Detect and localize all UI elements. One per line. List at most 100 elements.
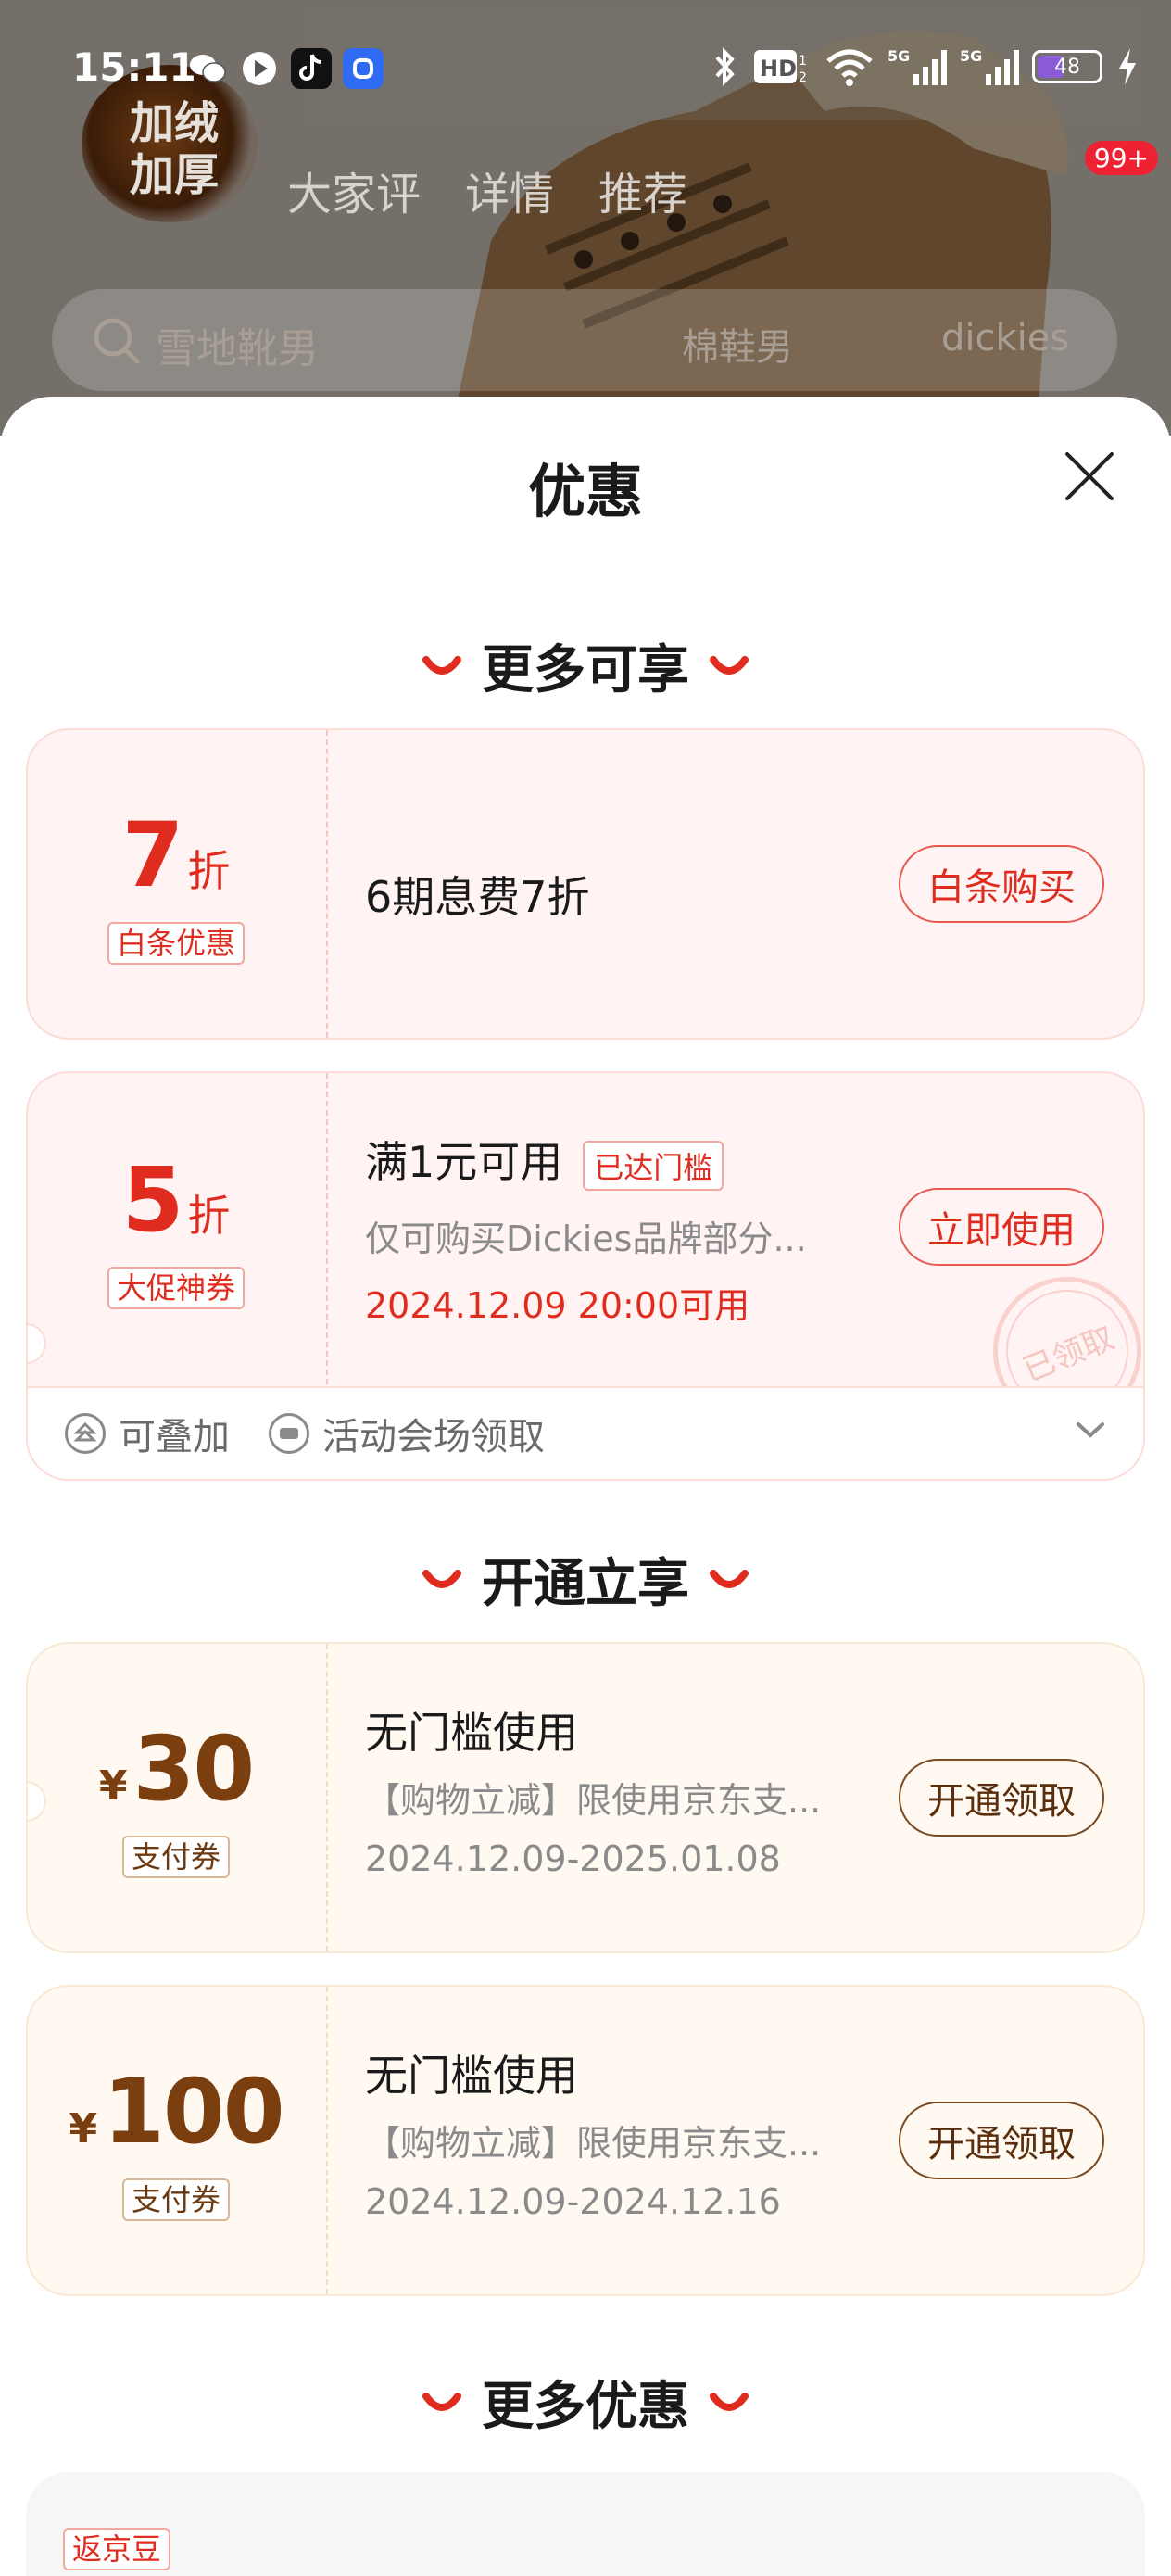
smile-decoration-icon (422, 2392, 461, 2411)
status-app-icons (187, 48, 384, 89)
coupon-valid-time: 2024.12.09-2024.12.16 (365, 2181, 781, 2222)
coupon-amount: 5 折 (122, 1148, 231, 1252)
signal-5g-icon: 5G (960, 47, 1019, 85)
coupon-info: 6期息费7折 (365, 730, 884, 1038)
svg-text:1: 1 (799, 54, 807, 69)
smile-decoration-icon (422, 1569, 461, 1588)
coupon-description: 【购物立减】限使用京东支... (365, 1780, 822, 1821)
search-placeholder: 雪地靴男 (156, 325, 319, 373)
coupon-amount: 7 折 (122, 803, 231, 907)
coupon-card-pay-100[interactable]: ¥ 100 支付券 无门槛使用 【购物立减】限使用京东支... 2024.12.… (26, 1985, 1145, 2296)
coupon-card-jingdou[interactable]: 返京豆 (26, 2472, 1145, 2576)
coupon-title: 无门槛使用 (365, 2051, 578, 2101)
coupon-type-tag: 支付券 (121, 2178, 230, 2221)
coupon-value-block: 7 折 白条优惠 (28, 730, 324, 1038)
baitiao-buy-button[interactable]: 白条购买 (899, 845, 1104, 923)
coupon-amount: ¥ 30 (98, 1717, 256, 1821)
section-title: 更多可享 (482, 640, 689, 701)
product-tabs: 大家评 详情 推荐 (287, 158, 687, 222)
section-header-open-enjoy: 开通立享 (0, 1542, 1171, 1617)
stackable-info: 可叠加 (65, 1407, 230, 1460)
hd-icon: HD 12 (754, 50, 807, 85)
coupon-title-row: 满1元可用 已达门槛 (365, 1129, 724, 1191)
coupon-title: 无门槛使用 (365, 1708, 578, 1758)
tab-recommend[interactable]: 推荐 (598, 158, 687, 222)
discount-sheet: 优惠 更多可享 7 折 白条优惠 6期息费7折 白条购买 5 折 大促神券 满1… (0, 397, 1171, 2576)
search-bar[interactable]: 雪地靴男 棉鞋男 dickies (52, 289, 1117, 391)
threshold-reached-badge: 已达门槛 (583, 1140, 724, 1191)
coupon-type-tag: 返京豆 (63, 2528, 171, 2570)
ticket-icon (269, 1413, 309, 1454)
tab-details[interactable]: 详情 (465, 158, 554, 222)
section-header-more-available: 更多可享 (0, 628, 1171, 703)
coupon-info: 无门槛使用 【购物立减】限使用京东支... 2024.12.09-2024.12… (365, 1987, 884, 2294)
coupon-divider (326, 1644, 328, 1951)
coupon-unit: 折 (187, 1191, 231, 1241)
source-label: 活动会场领取 (322, 1416, 545, 1458)
status-indicators: HD 1 2 5G 5G 48 (711, 46, 1140, 87)
wechat-icon (187, 48, 228, 89)
section-title: 更多优惠 (482, 2377, 689, 2437)
section-title: 开通立享 (482, 1554, 689, 1614)
coupon-title: 满1元可用 (365, 1137, 563, 1187)
svg-text:5G: 5G (960, 47, 982, 65)
tiktok-icon (291, 48, 332, 89)
coupon-info: 无门槛使用 【购物立减】限使用京东支... 2024.12.09-2025.01… (365, 1644, 884, 1951)
promo-badge-text: 加绒 加厚 (130, 97, 219, 201)
currency-symbol: ¥ (69, 2105, 98, 2153)
activate-claim-button[interactable]: 开通领取 (899, 1759, 1104, 1837)
hot-word[interactable]: 棉鞋男 (682, 317, 793, 371)
coupon-card-baitiao[interactable]: 7 折 白条优惠 6期息费7折 白条购买 (26, 728, 1145, 1040)
smile-decoration-icon (710, 2392, 749, 2411)
svg-text:5G: 5G (888, 47, 910, 65)
coupon-type-tag: 支付券 (121, 1836, 230, 1878)
status-time: 15:11 (72, 44, 196, 90)
charging-icon (1119, 48, 1136, 85)
tab-reviews[interactable]: 大家评 (287, 158, 421, 222)
coupon-info: 满1元可用 已达门槛 仅可购买Dickies品牌部分... 2024.12.09 … (365, 1073, 884, 1384)
smile-decoration-icon (422, 655, 461, 675)
coupon-amount: ¥ 100 (69, 2060, 284, 2164)
smile-decoration-icon (710, 1569, 749, 1588)
stack-icon (65, 1413, 106, 1454)
wifi-icon (826, 49, 873, 86)
coupon-card-pay-30[interactable]: ¥ 30 支付券 无门槛使用 【购物立减】限使用京东支... 2024.12.0… (26, 1642, 1145, 1953)
coupon-description: 仅可购买Dickies品牌部分... (365, 1219, 807, 1259)
hot-word[interactable]: dickies (941, 317, 1069, 360)
coupon-description: 【购物立减】限使用京东支... (365, 2123, 822, 2164)
coupon-value: 5 (121, 1148, 184, 1252)
close-icon[interactable] (1062, 448, 1117, 504)
coupon-valid-time: 2024.12.09-2025.01.08 (365, 1838, 781, 1879)
coupon-card-promo[interactable]: 5 折 大促神券 满1元可用 已达门槛 仅可购买Dickies品牌部分... 20… (26, 1071, 1145, 1481)
activate-claim-button[interactable]: 开通领取 (899, 2102, 1104, 2179)
stackable-label: 可叠加 (119, 1416, 230, 1458)
badge-line-2: 加厚 (130, 149, 220, 201)
bluetooth-icon (715, 47, 735, 86)
currency-symbol: ¥ (98, 1762, 128, 1810)
status-bar: 15:11 HD 1 2 5G 5G 48 (0, 37, 1171, 102)
source-info: 活动会场领取 (269, 1407, 545, 1460)
coupon-footer[interactable]: 可叠加 活动会场领取 (28, 1386, 1143, 1479)
coupon-value: 100 (103, 2060, 284, 2164)
search-icon (94, 318, 140, 364)
video-icon (239, 48, 280, 89)
battery-percent: 48 (1054, 55, 1080, 79)
smile-decoration-icon (710, 655, 749, 675)
use-now-button[interactable]: 立即使用 (899, 1188, 1104, 1266)
coupon-value-block: ¥ 30 支付券 (28, 1644, 324, 1951)
badge-line-1: 加绒 (130, 97, 220, 149)
battery-icon: 48 (1032, 50, 1102, 83)
chevron-down-icon[interactable] (1075, 1420, 1106, 1440)
sheet-title: 优惠 (527, 458, 643, 525)
coupon-divider (326, 1073, 328, 1384)
section-header-more-offers: 更多优惠 (0, 2365, 1171, 2440)
svg-text:HD: HD (760, 56, 797, 82)
coupon-value-block: ¥ 100 支付券 (28, 1987, 324, 2294)
coupon-type-tag: 白条优惠 (107, 922, 245, 965)
coupon-title: 6期息费7折 (365, 872, 590, 922)
message-count-badge: 99+ (1084, 141, 1158, 175)
coupon-divider (326, 730, 328, 1038)
coupon-divider (326, 1987, 328, 2294)
coupon-value: 30 (132, 1717, 256, 1821)
coupon-value-block: 5 折 大促神券 (28, 1073, 324, 1384)
